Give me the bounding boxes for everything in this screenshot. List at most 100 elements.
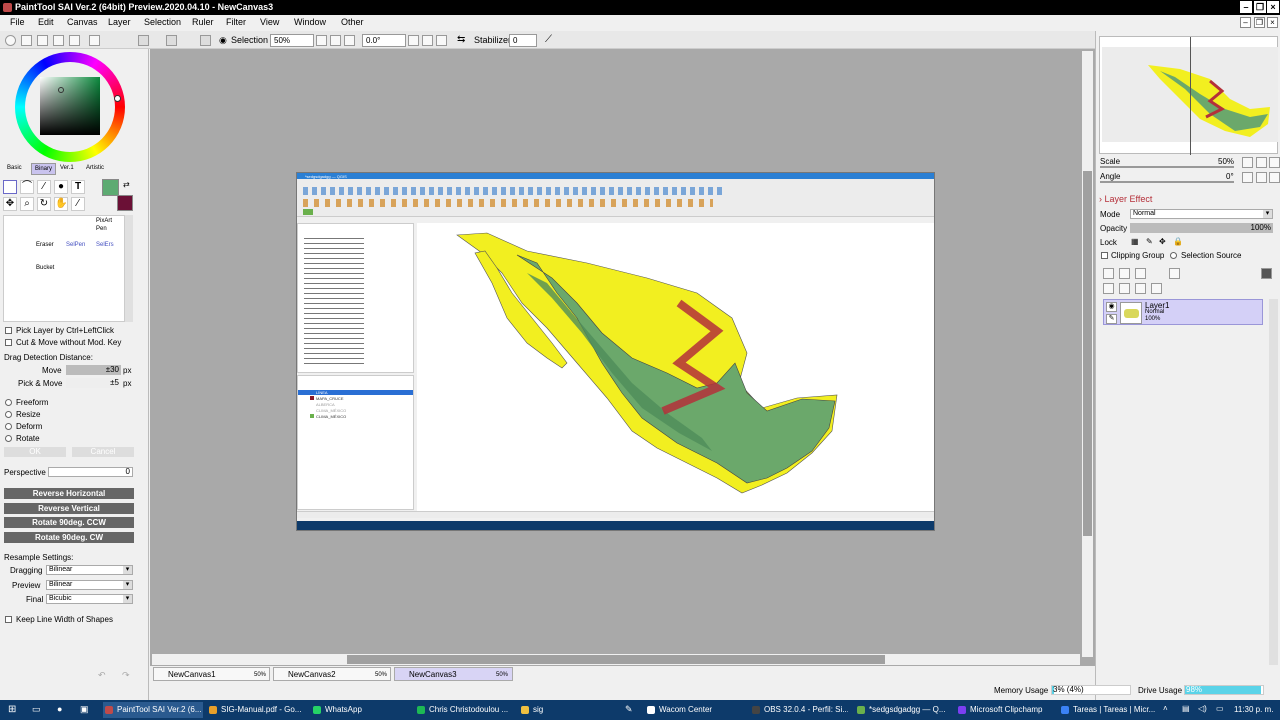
brush-selers[interactable]: SelErs (96, 242, 114, 248)
rotate-reset-icon[interactable] (436, 35, 447, 46)
rotate-ccw-icon[interactable] (1242, 172, 1253, 183)
menu-window[interactable]: Window (294, 17, 326, 27)
zoom-out-icon[interactable] (1242, 157, 1253, 168)
horizontal-scrollbar[interactable] (152, 654, 1080, 665)
eye-icon[interactable]: ◉ (1106, 302, 1117, 312)
layer-row-layer1[interactable]: ◉ ✎ Layer1 Normal 100% (1103, 299, 1263, 325)
panel-options-icon[interactable] (1261, 268, 1272, 279)
tab-artistic[interactable]: Artistic (86, 165, 104, 171)
menu-canvas[interactable]: Canvas (67, 17, 98, 27)
brush-selpen[interactable]: SelPen (66, 242, 85, 248)
list-icon[interactable] (69, 35, 80, 46)
brush-bucket[interactable]: Bucket (36, 265, 54, 271)
doc-minimize-button[interactable]: – (1240, 17, 1251, 28)
rotate-cw-icon[interactable] (1256, 172, 1267, 183)
cut-move-checkbox[interactable] (5, 339, 12, 346)
menu-other[interactable]: Other (341, 17, 364, 27)
ok-button[interactable]: OK (4, 447, 66, 457)
layer-menu-icon[interactable] (1169, 268, 1180, 279)
menu-layer[interactable]: Layer (108, 17, 131, 27)
merge-down-icon[interactable] (1103, 283, 1114, 294)
saturation-square[interactable] (40, 77, 100, 135)
blend-mode-select[interactable]: Normal (1130, 209, 1273, 219)
doc-close-button[interactable]: × (1267, 17, 1278, 28)
selection-source-radio[interactable] (1170, 252, 1177, 259)
lock-all-icon[interactable]: 🔒 (1173, 237, 1183, 246)
rotate-ccw-icon[interactable] (408, 35, 419, 46)
tab-newcanvas3[interactable]: NewCanvas3 50% (394, 667, 513, 681)
magic-wand-icon[interactable]: ⁄ (37, 180, 51, 194)
line-icon[interactable]: ⟋ (545, 34, 552, 45)
taskbar-item-clipchamp[interactable]: Microsoft Clipchamp (956, 702, 1054, 718)
clipping-group-checkbox[interactable] (1101, 252, 1108, 259)
zoom-tool-icon[interactable]: ⌕ (20, 197, 34, 211)
toggle-icon[interactable] (138, 35, 149, 46)
eyedropper-icon[interactable]: ⁄ (71, 197, 85, 211)
brush-scrollbar[interactable] (125, 215, 133, 322)
resize-radio[interactable] (5, 411, 12, 418)
vertical-scrollbar[interactable] (1082, 51, 1093, 657)
zoom-out-icon[interactable] (316, 35, 327, 46)
brush-pen[interactable]: Pen (96, 226, 107, 232)
minimize-button[interactable]: – (1240, 1, 1252, 13)
rotate-cw-button[interactable]: Rotate 90deg. CW (4, 532, 134, 543)
pen-icon[interactable]: ✎ (1106, 314, 1117, 324)
taskbar-item-folder[interactable]: sig (519, 702, 617, 718)
tab-basic[interactable]: Basic (7, 165, 22, 171)
lock-paint-icon[interactable]: ✎ (1146, 237, 1153, 246)
taskbar-item-spotify[interactable]: Chris Christodoulou ... (415, 702, 513, 718)
lasso-icon[interactable] (5, 35, 16, 46)
resample-final-select[interactable]: Bicubic (46, 594, 133, 604)
brush-eraser[interactable]: Eraser (36, 242, 54, 248)
move-tool-icon[interactable]: ✥ (3, 197, 17, 211)
explorer-icon[interactable]: ▣ (80, 704, 89, 715)
rotate-cw-icon[interactable] (422, 35, 433, 46)
tab-binary[interactable]: Binary (31, 163, 57, 175)
reverse-vertical-button[interactable]: Reverse Vertical (4, 503, 134, 514)
text-tool-icon[interactable]: T (71, 180, 85, 194)
move-slider[interactable]: ±30 (66, 365, 121, 375)
perspective-field[interactable]: 0 (48, 467, 133, 477)
transfer-icon[interactable] (1119, 283, 1130, 294)
delete-layer-icon[interactable] (1151, 283, 1162, 294)
taskbar-item-wacom[interactable]: Wacom Center (645, 702, 743, 718)
battery-icon[interactable]: ▭ (1216, 704, 1224, 713)
keep-line-checkbox[interactable] (5, 616, 12, 623)
deform-radio[interactable] (5, 423, 12, 430)
zoom-field[interactable]: 50% (270, 34, 314, 47)
menu-ruler[interactable]: Ruler (192, 17, 214, 27)
tray-chevron-icon[interactable]: ˄ (1163, 704, 1168, 713)
toggle-icon[interactable] (200, 35, 211, 46)
rect-select-icon[interactable] (3, 180, 17, 194)
menu-selection[interactable]: Selection (144, 17, 181, 27)
resample-dragging-select[interactable]: Bilinear (46, 565, 133, 575)
new-folder-icon[interactable] (1135, 268, 1146, 279)
angle-slider[interactable] (1100, 181, 1234, 183)
freeform-radio[interactable] (5, 399, 12, 406)
hand-tool-icon[interactable]: ✋ (54, 197, 68, 211)
menu-filter[interactable]: Filter (226, 17, 246, 27)
angle-field[interactable]: 0.0° (362, 34, 406, 47)
brush-pixart[interactable]: PixArt (96, 218, 112, 224)
taskbar-item-whatsapp[interactable]: WhatsApp (311, 702, 409, 718)
opacity-slider[interactable]: 100% (1130, 223, 1273, 233)
task-view-icon[interactable]: ▭ (32, 704, 41, 715)
tab-ver1[interactable]: Ver.1 (60, 165, 74, 171)
toggle-icon[interactable] (166, 35, 177, 46)
taskbar-item-pdf[interactable]: SIG-Manual.pdf - Go... (207, 702, 305, 718)
new-layer-icon[interactable] (1103, 268, 1114, 279)
taskbar-item-tareas[interactable]: Tareas | Tareas | Micr... (1059, 702, 1159, 718)
layer-scrollbar[interactable] (1269, 299, 1278, 665)
navigator-preview[interactable] (1099, 36, 1278, 155)
menu-edit[interactable]: Edit (38, 17, 54, 27)
flip-icon[interactable]: ⇆ (457, 34, 465, 45)
eye-icon[interactable]: ◉ (219, 35, 227, 46)
windows-start-icon[interactable]: ⊞ (8, 704, 16, 715)
rotate-reset-icon[interactable] (1269, 172, 1280, 183)
stabilizer-field[interactable]: 0 (509, 34, 537, 47)
rotate-tool-icon[interactable]: ↻ (37, 197, 51, 211)
maximize-button[interactable]: ❐ (1254, 1, 1266, 13)
primary-color-swatch[interactable] (102, 179, 119, 196)
rotate-ccw-button[interactable]: Rotate 90deg. CCW (4, 517, 134, 528)
zoom-in-icon[interactable] (1256, 157, 1267, 168)
